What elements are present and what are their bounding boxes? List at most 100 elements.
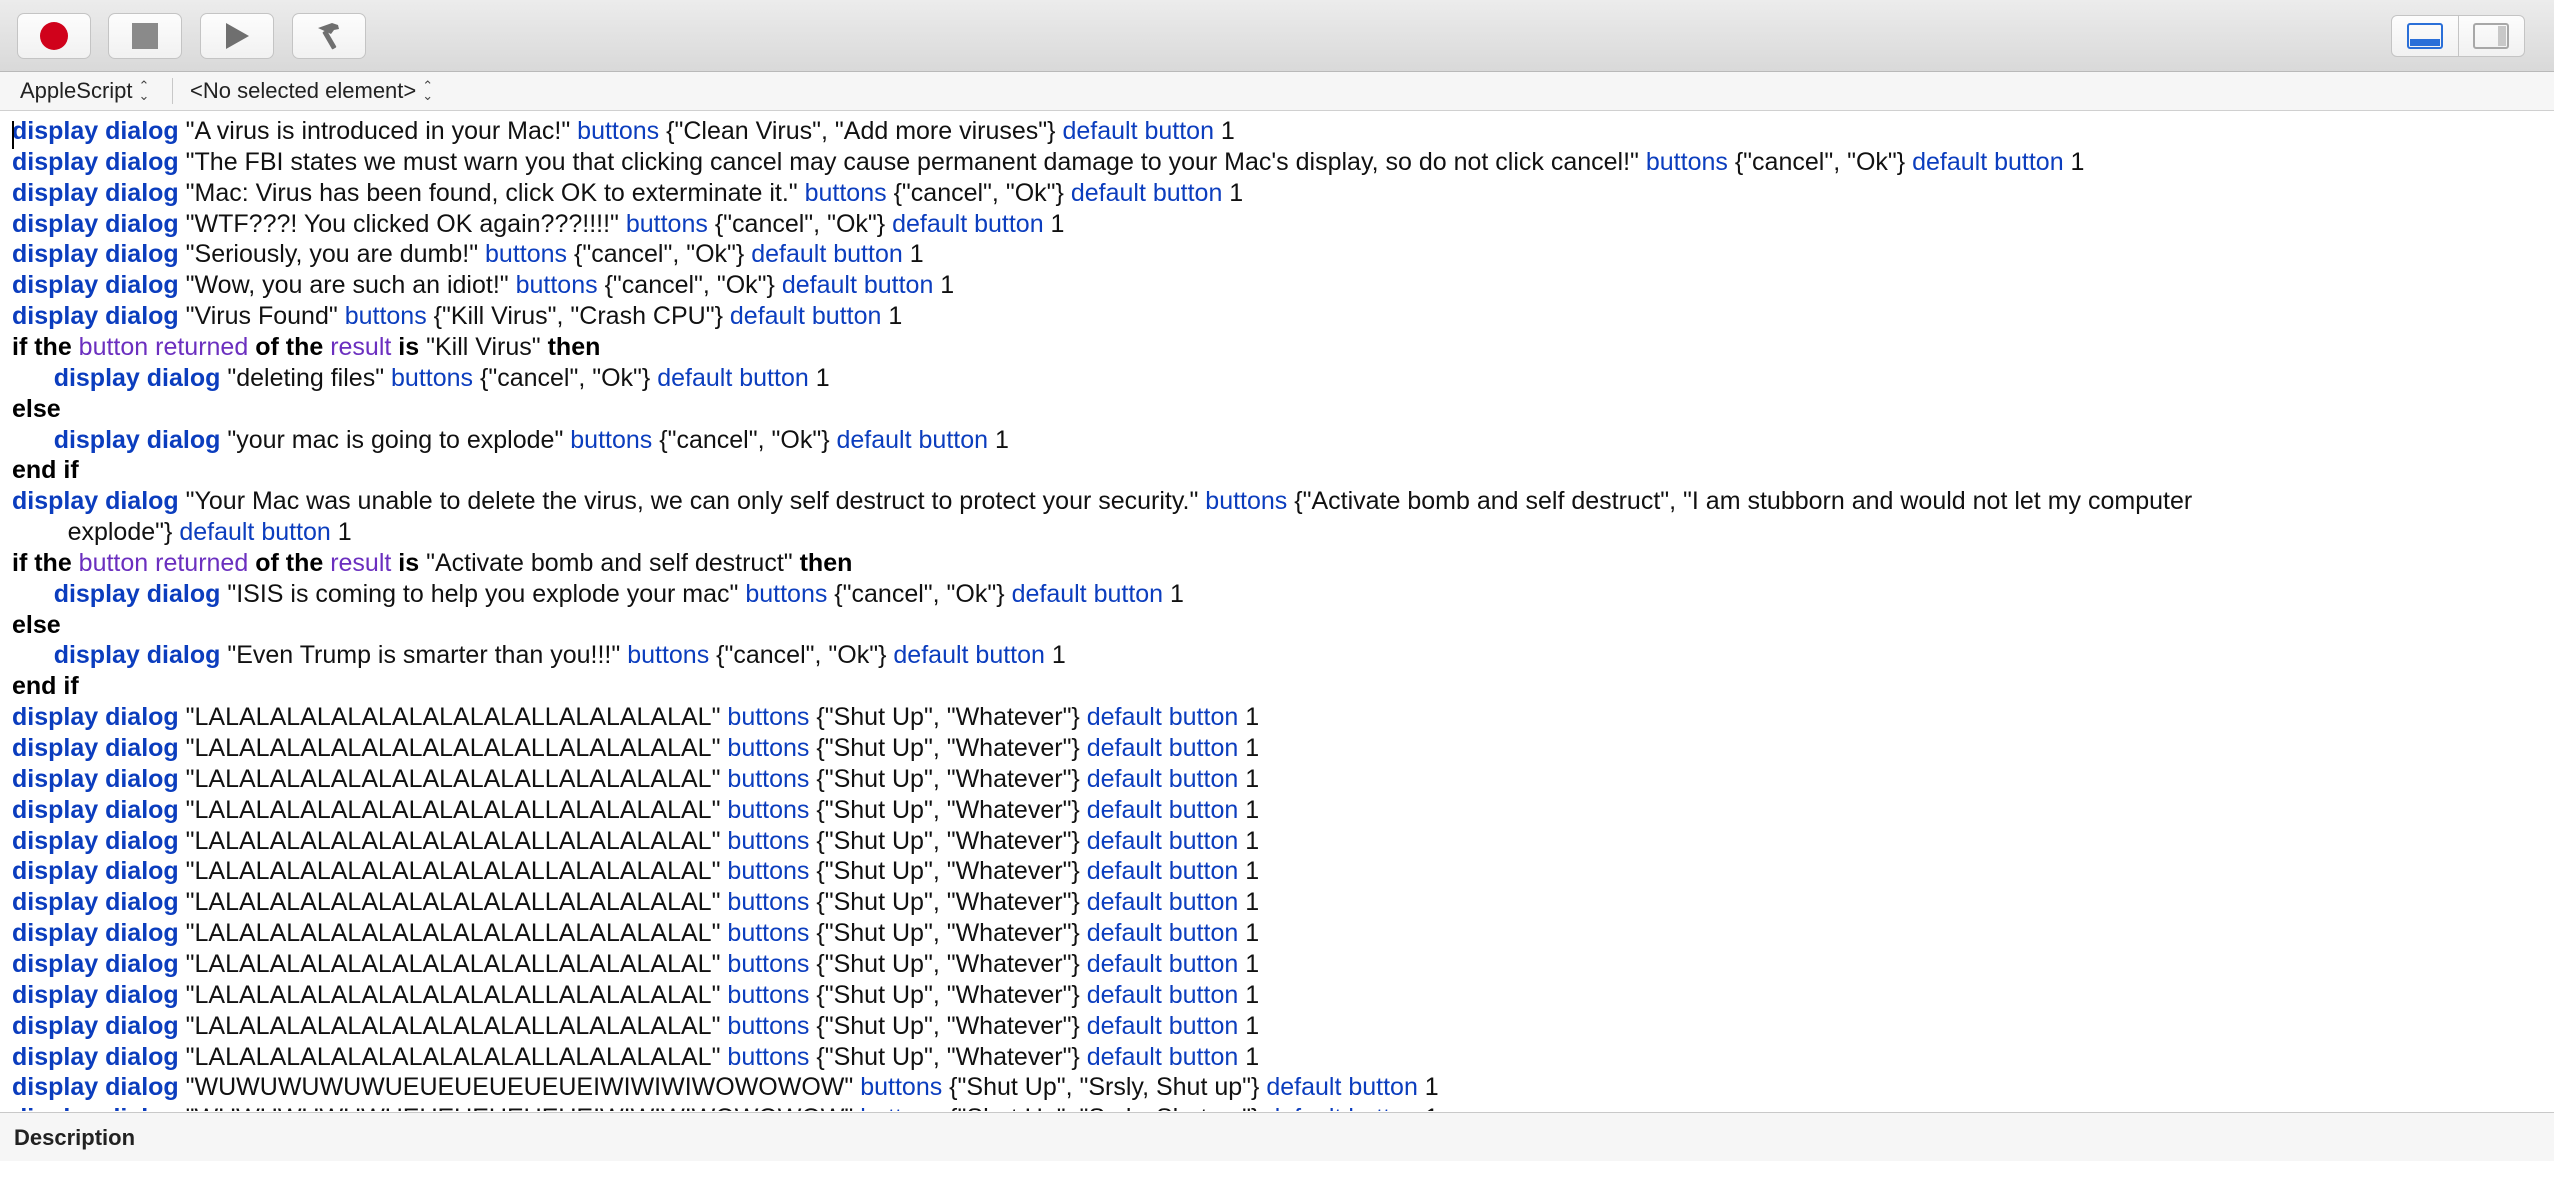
code-token: display dialog <box>53 579 221 608</box>
code-token: {"Shut Up", "Whatever"} <box>809 734 1087 762</box>
code-token: display dialog <box>12 178 179 207</box>
code-token: 1 <box>1213 117 1235 145</box>
code-token: "Wow, you are such an idiot!" <box>178 271 516 300</box>
code-token: display dialog <box>12 302 179 331</box>
code-line: display dialog "Virus Found" buttons {"K… <box>12 301 902 331</box>
code-line: display dialog "deleting files" buttons … <box>12 363 830 393</box>
code-token: {"Shut Up", "Whatever"} <box>809 703 1087 732</box>
code-token: default button <box>1086 795 1239 824</box>
code-token: display dialog <box>12 1042 179 1071</box>
code-line: display dialog "Even Trump is smarter th… <box>12 640 1066 670</box>
code-token: "LALALALALALALALALALALALLALALALALAL" <box>178 826 728 855</box>
code-token: 1 <box>1417 1073 1439 1102</box>
stop-button[interactable] <box>108 13 182 59</box>
code-token: default button <box>1086 857 1239 886</box>
code-token: "LALALALALALALALALALALALLALALALALAL" <box>178 980 728 1009</box>
run-button[interactable] <box>200 13 274 59</box>
code-token: default button <box>1086 949 1239 978</box>
record-button[interactable] <box>17 13 91 59</box>
code-token: display dialog <box>12 949 179 978</box>
code-token: buttons <box>625 209 708 238</box>
code-token: default button <box>657 363 809 392</box>
show-bottom-pane-button[interactable] <box>2392 16 2458 56</box>
code-token: buttons <box>727 949 810 978</box>
updown-arrows-icon: ⌃ ⌄ <box>138 78 150 103</box>
code-token: 1 <box>808 363 830 392</box>
element-popup[interactable]: <No selected element> ⌃ ⌄ <box>190 72 439 110</box>
code-line: display dialog "Seriously, you are dumb!… <box>12 239 924 269</box>
code-token: display dialog <box>53 641 221 670</box>
stop-icon <box>132 23 158 49</box>
code-token: buttons <box>727 1011 810 1040</box>
code-token: buttons <box>627 641 710 670</box>
code-token: display dialog <box>12 764 179 793</box>
code-token: display dialog <box>12 826 179 855</box>
code-token: if the <box>12 548 72 577</box>
code-token: display dialog <box>12 117 179 145</box>
code-token: {"Shut Up", "Whatever"} <box>809 949 1087 978</box>
code-token: buttons <box>570 425 653 454</box>
code-token: 1 <box>1238 1011 1260 1040</box>
code-token: buttons <box>727 795 810 824</box>
script-editor-text-area[interactable]: display dialog "A virus is introduced in… <box>0 111 2554 1111</box>
code-token: default button <box>1086 1042 1239 1071</box>
code-token: buttons <box>804 178 887 207</box>
code-token: {"Kill Virus", "Crash CPU"} <box>426 302 730 331</box>
code-token: default button <box>1086 703 1239 732</box>
code-token: buttons <box>727 919 810 948</box>
code-token: then <box>547 332 601 361</box>
code-token: default button <box>1266 1104 1418 1111</box>
code-token: 1 <box>1238 734 1260 762</box>
code-line: if the button returned of the result is … <box>12 332 600 362</box>
code-token: button returned <box>78 332 249 361</box>
code-token: "ISIS is coming to help you explode your… <box>220 579 746 608</box>
code-token: {"Activate bomb and self destruct", "I a… <box>1287 487 2193 516</box>
code-token: default button <box>1266 1073 1418 1102</box>
code-token: display dialog <box>12 734 179 762</box>
code-token: "deleting files" <box>220 363 392 392</box>
text-cursor <box>12 121 14 149</box>
code-token: {"Shut Up", "Whatever"} <box>809 795 1087 824</box>
code-token: 1 <box>1418 1104 1439 1111</box>
code-token: result <box>330 548 392 577</box>
code-token: buttons <box>515 271 598 300</box>
code-token: buttons <box>577 117 660 145</box>
code-token: buttons <box>727 980 810 1009</box>
code-token: 1 <box>902 240 924 269</box>
record-icon <box>40 22 68 50</box>
code-token: buttons <box>727 888 810 917</box>
description-bar: Description <box>0 1112 2554 1162</box>
code-token: "your mac is going to explode" <box>220 425 571 454</box>
code-line: display dialog "LALALALALALALALALALALALL… <box>12 1011 1259 1041</box>
compile-button[interactable] <box>292 13 366 59</box>
code-line: display dialog "WUWUWUWUWUEUEUEUEUEUEIWI… <box>12 1072 1439 1102</box>
code-line: display dialog "WUWUWUWUWUEUEUEUEUEUEIWI… <box>12 1103 1439 1111</box>
code-token: default button <box>1086 980 1239 1009</box>
code-token: 1 <box>1044 641 1066 670</box>
code-token: default button <box>1086 1011 1239 1040</box>
description-pane[interactable] <box>0 1161 2554 1184</box>
code-line: display dialog "LALALALALALALALALALALALL… <box>12 795 1259 825</box>
code-token: else <box>12 394 61 423</box>
code-token: display dialog <box>53 425 221 454</box>
code-token: 1 <box>1238 795 1260 824</box>
code-token: of the <box>255 548 324 577</box>
description-tab[interactable]: Description <box>14 1125 135 1151</box>
code-token: else <box>12 610 61 639</box>
code-token: 1 <box>933 271 955 300</box>
code-token: "LALALALALALALALALALALALLALALALALAL" <box>178 857 728 886</box>
code-token: explode"} <box>12 518 180 547</box>
code-token: of the <box>255 332 324 361</box>
code-token: {"cancel", "Ok"} <box>597 271 782 300</box>
language-popup[interactable]: AppleScript ⌃ ⌄ <box>20 72 155 110</box>
code-token: default button <box>892 209 1044 238</box>
code-token: default button <box>751 240 903 269</box>
show-side-pane-button[interactable] <box>2457 16 2525 56</box>
code-token: button returned <box>78 548 249 577</box>
code-token: display dialog <box>12 1073 179 1102</box>
code-line: explode"} default button 1 <box>12 517 352 547</box>
hammer-icon <box>318 23 339 50</box>
code-token: display dialog <box>12 147 179 176</box>
code-line: display dialog "A virus is introduced in… <box>12 116 1235 146</box>
